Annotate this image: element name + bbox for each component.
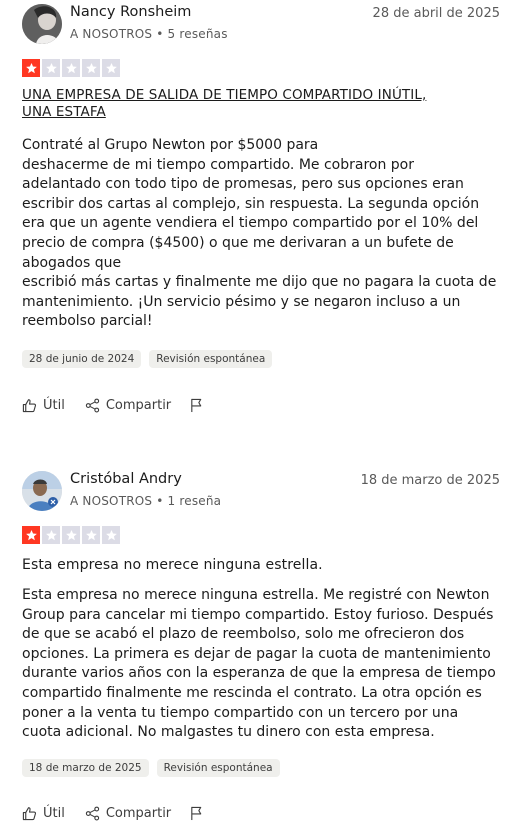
star-icon	[62, 526, 80, 544]
review-actions: Útil Compartir	[22, 397, 210, 413]
thumbs-up-icon	[22, 398, 37, 412]
share-label: Compartir	[105, 397, 172, 413]
star-icon	[82, 526, 100, 544]
experience-date-badge: 18 de marzo de 2025	[22, 759, 149, 777]
star-icon	[42, 526, 60, 544]
spontaneous-review-badge: Revisión espontánea	[149, 350, 273, 368]
useful-label: Útil	[43, 397, 65, 413]
review-body-line: compartido finalmente me rescinda el con…	[22, 684, 482, 701]
review-body-line: Esta empresa no merece ninguna estrella.…	[22, 587, 490, 603]
review-tags: 28 de junio de 2024 Revisión espontánea	[22, 350, 273, 368]
report-button[interactable]	[189, 805, 210, 821]
avatar[interactable]	[22, 471, 62, 511]
review-date: 28 de abril de 2025	[372, 6, 500, 21]
review-body-line: durante varios años con la esperanza de …	[22, 665, 496, 682]
avatar[interactable]	[22, 4, 62, 44]
review-title-line: UNA EMPRESA DE SALIDA DE TIEMPO COMPARTI…	[22, 87, 427, 103]
star-icon	[102, 526, 120, 544]
review-tags: 18 de marzo de 2025 Revisión espontánea	[22, 759, 280, 777]
star-rating	[22, 526, 120, 544]
share-icon	[85, 806, 99, 820]
useful-button[interactable]: Útil	[22, 398, 65, 413]
useful-button[interactable]: Útil	[22, 806, 65, 821]
share-button[interactable]: Compartir	[85, 398, 171, 413]
share-label: Compartir	[105, 805, 172, 821]
review-body-line: reembolso parcial!	[22, 313, 153, 330]
star-icon	[102, 59, 120, 77]
review-actions: Útil Compartir	[22, 805, 210, 821]
star-icon	[22, 59, 40, 77]
author-name[interactable]: Nancy Ronsheim	[70, 4, 191, 20]
review-title[interactable]: Esta empresa no merece ninguna estrella.	[22, 557, 492, 574]
review-body: Esta empresa no merece ninguna estrella.…	[22, 586, 502, 743]
review-body: Contraté al Grupo Newton por $5000 para …	[22, 136, 502, 332]
review-body-line: Group para cancelar mi tiempo compartido…	[22, 606, 494, 623]
author-name[interactable]: Cristóbal Andry	[70, 471, 182, 487]
review-body-line: escribir dos cartas al complejo, sin res…	[22, 195, 480, 212]
review-body-line: deshacerme de mi tiempo compartido. Me c…	[22, 156, 415, 173]
flag-icon	[191, 806, 202, 821]
review-body-line: Contraté al Grupo Newton por $5000 para	[22, 137, 319, 153]
flag-icon	[191, 398, 202, 413]
star-icon	[82, 59, 100, 77]
review-body-line: escribió más cartas y finalmente me dijo…	[22, 274, 497, 291]
share-button[interactable]: Compartir	[85, 806, 171, 821]
useful-label: Útil	[43, 805, 65, 821]
review-body-line: abogados que	[22, 254, 122, 271]
spontaneous-review-badge: Revisión espontánea	[156, 759, 280, 777]
review-body-line: poner a la venta tu tiempo compartido co…	[22, 704, 459, 721]
star-rating	[22, 59, 120, 77]
review-body-line: era que un agente vendiera el tiempo com…	[22, 215, 479, 232]
share-icon	[85, 398, 99, 412]
review-title[interactable]: UNA EMPRESA DE SALIDA DE TIEMPO COMPARTI…	[22, 87, 492, 121]
review-body-line: de que se acabó el plazo de reembolso, s…	[22, 626, 465, 643]
review-body-line: adelantado con todo tipo de promesas, pe…	[22, 176, 464, 193]
star-icon	[42, 59, 60, 77]
thumbs-up-icon	[22, 806, 37, 820]
review-title-line: Esta empresa no merece ninguna estrella.	[22, 557, 323, 573]
report-button[interactable]	[189, 397, 210, 413]
star-icon	[22, 526, 40, 544]
author-meta: A NOSOTROS • 5 reseñas	[70, 27, 228, 41]
experience-date-badge: 28 de junio de 2024	[22, 350, 142, 368]
review-body-line: precio de compra ($4500) o que me deriva…	[22, 234, 454, 251]
review-body-line: opciones. La primera es dejar de pagar l…	[22, 645, 491, 662]
review-body-line: mantenimiento. ¡Un servicio pésimo y se …	[22, 293, 461, 310]
review-body-line: cuota adicional. No malgastes tu dinero …	[22, 724, 435, 741]
review-date: 18 de marzo de 2025	[360, 473, 500, 488]
star-icon	[62, 59, 80, 77]
review-title-line: UNA ESTAFA	[22, 104, 106, 120]
author-meta: A NOSOTROS • 1 reseña	[70, 494, 222, 508]
